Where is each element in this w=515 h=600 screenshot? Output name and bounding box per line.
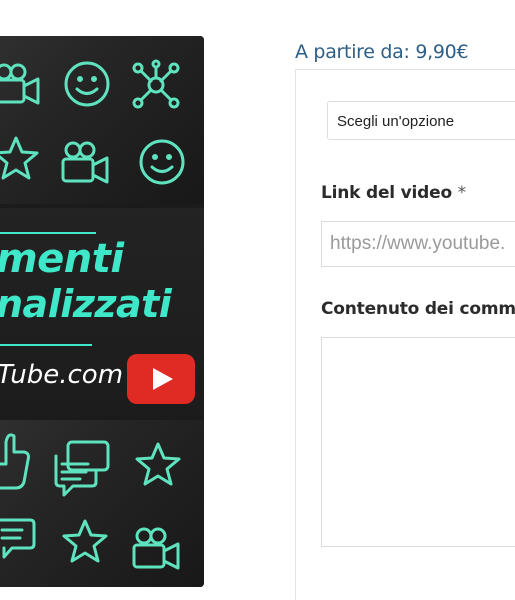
required-marker: * bbox=[457, 183, 467, 203]
divider bbox=[0, 344, 92, 346]
smiley-icon bbox=[139, 139, 185, 185]
chat-bubbles-icon bbox=[54, 440, 110, 497]
smiley-icon bbox=[64, 61, 110, 107]
icons-panel-bottom bbox=[0, 420, 204, 587]
star-icon bbox=[135, 442, 181, 486]
price-label: A partire da: 9,90€ bbox=[295, 41, 469, 63]
product-image: menti nalizzati Tube.com bbox=[0, 36, 204, 587]
banner-text-panel: menti nalizzati Tube.com bbox=[0, 208, 204, 416]
divider bbox=[0, 232, 96, 234]
video-camera-icon bbox=[0, 63, 40, 105]
star-icon bbox=[0, 136, 39, 180]
youtube-play-icon bbox=[127, 354, 195, 404]
banner-headline-line2: nalizzati bbox=[0, 282, 172, 326]
banner-domain: Tube.com bbox=[0, 360, 124, 390]
thumbs-up-icon bbox=[0, 433, 30, 490]
comments-content-label: Contenuto dei comme bbox=[321, 299, 515, 319]
network-icon bbox=[132, 59, 180, 109]
icons-panel-top bbox=[0, 36, 204, 204]
video-link-input[interactable]: https://www.youtube. bbox=[321, 221, 515, 267]
video-camera-icon bbox=[61, 141, 109, 184]
banner-headline-line1: menti bbox=[0, 236, 124, 282]
star-icon bbox=[62, 519, 108, 563]
option-select[interactable]: Scegli un'opzione bbox=[327, 101, 515, 140]
video-link-label: Link del video * bbox=[321, 183, 466, 203]
video-camera-icon bbox=[132, 527, 180, 570]
chat-bubbles-icon bbox=[0, 518, 36, 559]
comments-content-textarea[interactable] bbox=[321, 337, 515, 547]
video-link-label-text: Link del video bbox=[321, 183, 452, 203]
